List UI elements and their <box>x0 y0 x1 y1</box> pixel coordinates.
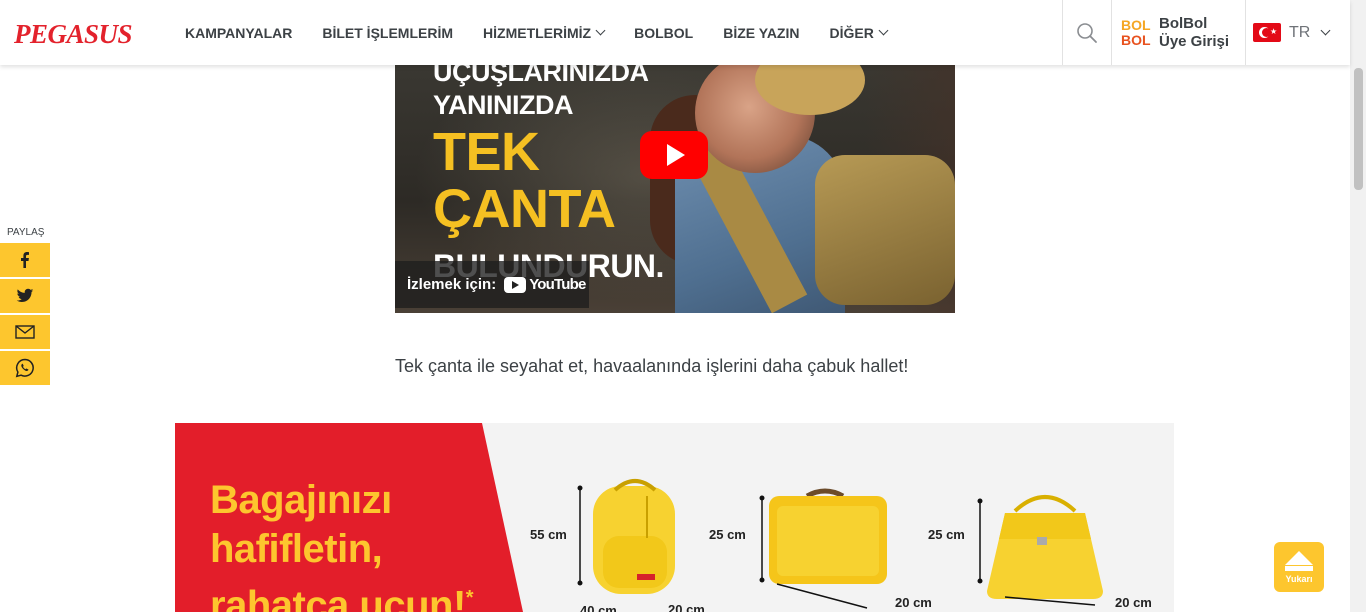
youtube-word: YouTube <box>529 276 586 293</box>
video-text-line3: TEK <box>433 122 540 182</box>
backpack-illustration <box>577 479 675 594</box>
video-backpack <box>815 155 955 305</box>
laptop-bag-height-label: 25 cm <box>709 527 746 542</box>
chevron-down-icon <box>1320 25 1331 36</box>
banner-title-line1: Bagajınızı <box>210 478 392 522</box>
facebook-icon <box>21 252 29 268</box>
search-button[interactable] <box>1062 0 1112 65</box>
nav-bize-yazin[interactable]: BİZE YAZIN <box>723 25 799 41</box>
banner-title-mark: * <box>465 587 474 609</box>
share-facebook-button[interactable] <box>0 243 50 277</box>
nav-label: KAMPANYALAR <box>185 24 293 41</box>
video-text-line1: UÇUŞLARINIZDA <box>433 65 649 87</box>
email-icon <box>15 325 35 339</box>
main-nav: KAMPANYALAR BİLET İŞLEMLERİM HİZMETLERİM… <box>185 0 917 65</box>
chevron-down-icon <box>878 25 889 36</box>
bolbol-login-button[interactable]: BOL BOL BolBol Üye Girişi <box>1112 0 1246 65</box>
backpack-height-label: 55 cm <box>530 527 567 542</box>
play-icon <box>667 144 685 166</box>
bolbol-login-label: BolBol Üye Girişi <box>1159 15 1229 51</box>
nav-hizmetlerimiz[interactable]: HİZMETLERİMİZ <box>483 24 606 41</box>
language-label: TR <box>1289 23 1311 41</box>
banner-title: Bagajınızı hafifletin, rahatça uçun!* <box>210 476 474 612</box>
bolbol-logo-line2: BOL <box>1121 31 1151 48</box>
nav-label: HİZMETLERİMİZ <box>483 24 592 41</box>
backpack-depth-label: 20 cm <box>668 602 705 612</box>
nav-label: DİĞER <box>829 24 874 41</box>
nav-label: BİZE YAZIN <box>723 24 800 41</box>
chevron-down-icon <box>595 25 606 36</box>
video-text-line4: ÇANTA <box>433 179 616 239</box>
arrow-up-base <box>1285 565 1313 571</box>
arrow-up-icon <box>1285 550 1313 565</box>
bolbol-login-line1: BolBol <box>1159 14 1208 32</box>
share-label: PAYLAŞ <box>7 227 45 238</box>
bolbol-logo-line1: BOL <box>1121 16 1151 33</box>
banner-title-line3-text: rahatça uçun! <box>210 583 466 612</box>
share-email-button[interactable] <box>0 315 50 349</box>
turkey-flag-icon: ★ <box>1253 23 1281 42</box>
page-scrollbar[interactable] <box>1350 0 1366 612</box>
page: PEGASUS KAMPANYALAR BİLET İŞLEMLERİM HİZ… <box>0 0 1366 612</box>
banner-title-line2: hafifletin, <box>210 527 383 571</box>
search-icon <box>1077 22 1097 43</box>
nav-bilet-islemlerim[interactable]: BİLET İŞLEMLERİM <box>322 25 453 41</box>
twitter-icon <box>16 288 34 302</box>
video-text-line2: YANINIZDA <box>433 90 574 120</box>
watch-on-youtube-button[interactable]: İzlemek için: YouTube <box>395 261 589 308</box>
whatsapp-icon <box>15 358 34 378</box>
watch-label: İzlemek için: <box>407 276 497 293</box>
laptop-bag-illustration <box>759 488 887 609</box>
scrollbar-thumb[interactable] <box>1354 68 1363 190</box>
share-whatsapp-button[interactable] <box>0 351 50 385</box>
laptop-bag-depth-label: 20 cm <box>895 595 932 610</box>
backpack-width-label: 40 cm <box>580 603 617 612</box>
nav-bolbol[interactable]: BOLBOL <box>634 25 693 41</box>
play-button[interactable] <box>640 131 708 179</box>
nav-diger[interactable]: DİĞER <box>829 24 889 41</box>
pegasus-logo[interactable]: PEGASUS <box>14 19 133 50</box>
banner-title-line3: rahatça uçun!* <box>210 574 474 612</box>
handbag-depth-label: 20 cm <box>1115 595 1152 610</box>
baggage-banner: Bagajınızı hafifletin, rahatça uçun!* 55… <box>175 423 1174 612</box>
bolbol-logo-icon: BOL BOL <box>1121 16 1159 48</box>
back-to-top-label: Yukarı <box>1285 573 1313 584</box>
nav-label: BİLET İŞLEMLERİM <box>322 24 454 41</box>
nav-kampanyalar[interactable]: KAMPANYALAR <box>185 25 292 41</box>
language-selector[interactable]: ★ TR <box>1253 0 1331 65</box>
video-caption: Tek çanta ile seyahat et, havaalanında i… <box>395 356 909 376</box>
handbag-height-label: 25 cm <box>928 527 965 542</box>
share-twitter-button[interactable] <box>0 279 50 313</box>
handbag-illustration <box>977 495 1103 606</box>
nav-label: BOLBOL <box>634 24 694 41</box>
bolbol-login-line2: Üye Girişi <box>1159 32 1230 50</box>
site-header: PEGASUS KAMPANYALAR BİLET İŞLEMLERİM HİZ… <box>0 0 1350 65</box>
youtube-logo-icon: YouTube <box>504 276 586 293</box>
youtube-video-embed[interactable]: UÇUŞLARINIZDA YANINIZDA TEK ÇANTA BULUND… <box>395 65 955 313</box>
back-to-top-button[interactable]: Yukarı <box>1274 542 1324 592</box>
